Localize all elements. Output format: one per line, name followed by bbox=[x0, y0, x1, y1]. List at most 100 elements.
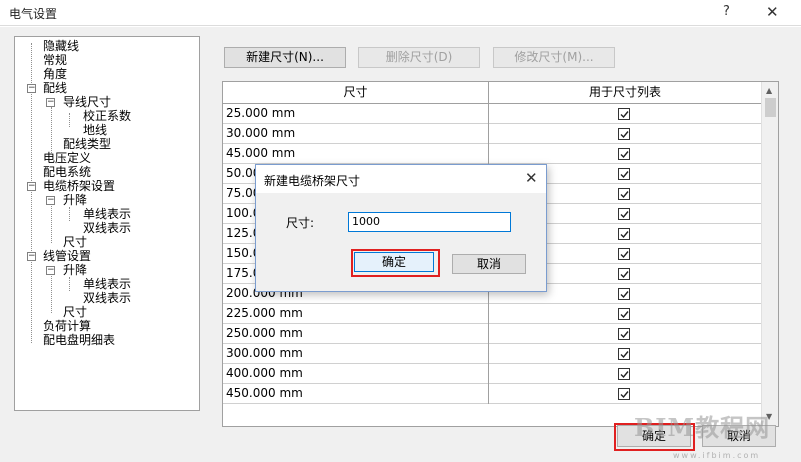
tree-item-cable-tray-settings[interactable]: 电缆桥架设置 bbox=[43, 179, 115, 193]
size-cell[interactable]: 250.000 mm bbox=[223, 324, 489, 344]
new-size-button[interactable]: 新建尺寸(N)... bbox=[224, 47, 346, 68]
tree-item-voltage-definitions[interactable]: 电压定义 bbox=[43, 151, 91, 165]
tree-item-conduit-sizes[interactable]: 尺寸 bbox=[63, 305, 87, 319]
tree-item-wiring-types[interactable]: 配线类型 bbox=[63, 137, 111, 151]
checkmark-icon bbox=[620, 151, 629, 159]
use-in-list-checkbox[interactable] bbox=[618, 148, 630, 160]
size-label: 尺寸: bbox=[286, 216, 315, 230]
use-in-list-cell bbox=[489, 344, 761, 364]
use-in-list-checkbox[interactable] bbox=[618, 268, 630, 280]
table-row[interactable]: 400.000 mm bbox=[223, 364, 761, 384]
tree-item-distribution-systems[interactable]: 配电系统 bbox=[43, 165, 91, 179]
window-titlebar: 电气设置 ? ✕ bbox=[0, 0, 801, 26]
use-in-list-checkbox[interactable] bbox=[618, 368, 630, 380]
table-row[interactable]: 25.000 mm bbox=[223, 104, 761, 124]
tree-item-general[interactable]: 常规 bbox=[43, 53, 67, 67]
table-row[interactable]: 300.000 mm bbox=[223, 344, 761, 364]
size-cell[interactable]: 45.000 mm bbox=[223, 144, 489, 164]
size-cell[interactable]: 25.000 mm bbox=[223, 104, 489, 124]
collapse-icon[interactable]: − bbox=[46, 266, 55, 275]
checkmark-icon bbox=[620, 171, 629, 179]
collapse-icon[interactable]: − bbox=[46, 196, 55, 205]
scroll-up-icon[interactable]: ▲ bbox=[766, 86, 772, 95]
size-cell[interactable]: 225.000 mm bbox=[223, 304, 489, 324]
tree-item-angles[interactable]: 角度 bbox=[43, 67, 67, 81]
tree-item-single-line[interactable]: 单线表示 bbox=[83, 207, 131, 221]
checkmark-icon bbox=[620, 211, 629, 219]
checkmark-icon bbox=[620, 371, 629, 379]
dialog-titlebar: 新建电缆桥架尺寸 ✕ bbox=[256, 165, 546, 193]
table-row[interactable]: 30.000 mm bbox=[223, 124, 761, 144]
checkmark-icon bbox=[620, 311, 629, 319]
tree-connector bbox=[69, 277, 70, 291]
delete-size-button[interactable]: 删除尺寸(D) bbox=[358, 47, 480, 68]
column-header-size[interactable]: 尺寸 bbox=[223, 82, 489, 104]
close-button[interactable]: ✕ bbox=[766, 3, 779, 21]
table-row[interactable]: 225.000 mm bbox=[223, 304, 761, 324]
collapse-icon[interactable]: − bbox=[27, 84, 36, 93]
tree-item-load-calculations[interactable]: 负荷计算 bbox=[43, 319, 91, 333]
settings-tree: 隐藏线 常规 角度 − 配线 − 导线尺寸 校正系数 地线 配线类型 电压定义 … bbox=[14, 36, 200, 411]
dialog-title: 新建电缆桥架尺寸 bbox=[264, 174, 361, 188]
table-row[interactable]: 45.000 mm bbox=[223, 144, 761, 164]
size-input[interactable]: 1000 bbox=[348, 212, 511, 232]
new-cable-tray-size-dialog: 新建电缆桥架尺寸 ✕ 尺寸: 1000 确定 取消 bbox=[255, 164, 547, 292]
use-in-list-cell bbox=[489, 304, 761, 324]
size-cell[interactable]: 400.000 mm bbox=[223, 364, 489, 384]
tree-item-correction-factors[interactable]: 校正系数 bbox=[83, 109, 131, 123]
use-in-list-checkbox[interactable] bbox=[618, 308, 630, 320]
tree-item-hidden-lines[interactable]: 隐藏线 bbox=[43, 39, 79, 53]
collapse-icon[interactable]: − bbox=[27, 252, 36, 261]
scroll-thumb[interactable] bbox=[765, 98, 776, 117]
dialog-close-button[interactable]: ✕ bbox=[525, 169, 538, 187]
vertical-scrollbar[interactable]: ▲ ▼ bbox=[761, 82, 778, 426]
checkmark-icon bbox=[620, 291, 629, 299]
checkmark-icon bbox=[620, 271, 629, 279]
tree-item-rise-drop[interactable]: 升降 bbox=[63, 263, 87, 277]
tree-item-ground-conductors[interactable]: 地线 bbox=[83, 123, 107, 137]
use-in-list-cell bbox=[489, 144, 761, 164]
highlight-box bbox=[351, 249, 440, 277]
size-cell[interactable]: 450.000 mm bbox=[223, 384, 489, 404]
checkmark-icon bbox=[620, 391, 629, 399]
use-in-list-checkbox[interactable] bbox=[618, 128, 630, 140]
checkmark-icon bbox=[620, 331, 629, 339]
tree-item-single-line[interactable]: 单线表示 bbox=[83, 277, 131, 291]
tree-item-two-line[interactable]: 双线表示 bbox=[83, 221, 131, 235]
tree-item-cable-tray-sizes[interactable]: 尺寸 bbox=[63, 235, 87, 249]
size-cell[interactable]: 30.000 mm bbox=[223, 124, 489, 144]
use-in-list-cell bbox=[489, 104, 761, 124]
edit-size-button[interactable]: 修改尺寸(M)... bbox=[493, 47, 615, 68]
tree-item-conduit-settings[interactable]: 线管设置 bbox=[43, 249, 91, 263]
use-in-list-checkbox[interactable] bbox=[618, 328, 630, 340]
use-in-list-checkbox[interactable] bbox=[618, 248, 630, 260]
size-cell[interactable]: 300.000 mm bbox=[223, 344, 489, 364]
tree-item-wiring[interactable]: 配线 bbox=[43, 81, 67, 95]
checkmark-icon bbox=[620, 111, 629, 119]
use-in-list-checkbox[interactable] bbox=[618, 168, 630, 180]
use-in-list-checkbox[interactable] bbox=[618, 108, 630, 120]
window-title: 电气设置 bbox=[9, 7, 58, 21]
collapse-icon[interactable]: − bbox=[46, 98, 55, 107]
tree-item-rise-drop[interactable]: 升降 bbox=[63, 193, 87, 207]
watermark-url: www.ifbim.com bbox=[673, 451, 761, 460]
dialog-cancel-button[interactable]: 取消 bbox=[452, 254, 526, 274]
use-in-list-checkbox[interactable] bbox=[618, 288, 630, 300]
tree-item-two-line[interactable]: 双线表示 bbox=[83, 291, 131, 305]
help-button[interactable]: ? bbox=[723, 4, 730, 19]
use-in-list-cell bbox=[489, 364, 761, 384]
use-in-list-checkbox[interactable] bbox=[618, 228, 630, 240]
column-header-used-in-list[interactable]: 用于尺寸列表 bbox=[489, 82, 761, 104]
table-header: 尺寸 用于尺寸列表 bbox=[223, 82, 761, 104]
tree-item-panel-schedules[interactable]: 配电盘明细表 bbox=[43, 333, 115, 347]
checkmark-icon bbox=[620, 131, 629, 139]
tree-item-wire-sizes[interactable]: 导线尺寸 bbox=[63, 95, 111, 109]
use-in-list-cell bbox=[489, 384, 761, 404]
collapse-icon[interactable]: − bbox=[27, 182, 36, 191]
use-in-list-checkbox[interactable] bbox=[618, 348, 630, 360]
table-row[interactable]: 250.000 mm bbox=[223, 324, 761, 344]
table-row[interactable]: 450.000 mm bbox=[223, 384, 761, 404]
use-in-list-checkbox[interactable] bbox=[618, 208, 630, 220]
use-in-list-checkbox[interactable] bbox=[618, 188, 630, 200]
use-in-list-checkbox[interactable] bbox=[618, 388, 630, 400]
